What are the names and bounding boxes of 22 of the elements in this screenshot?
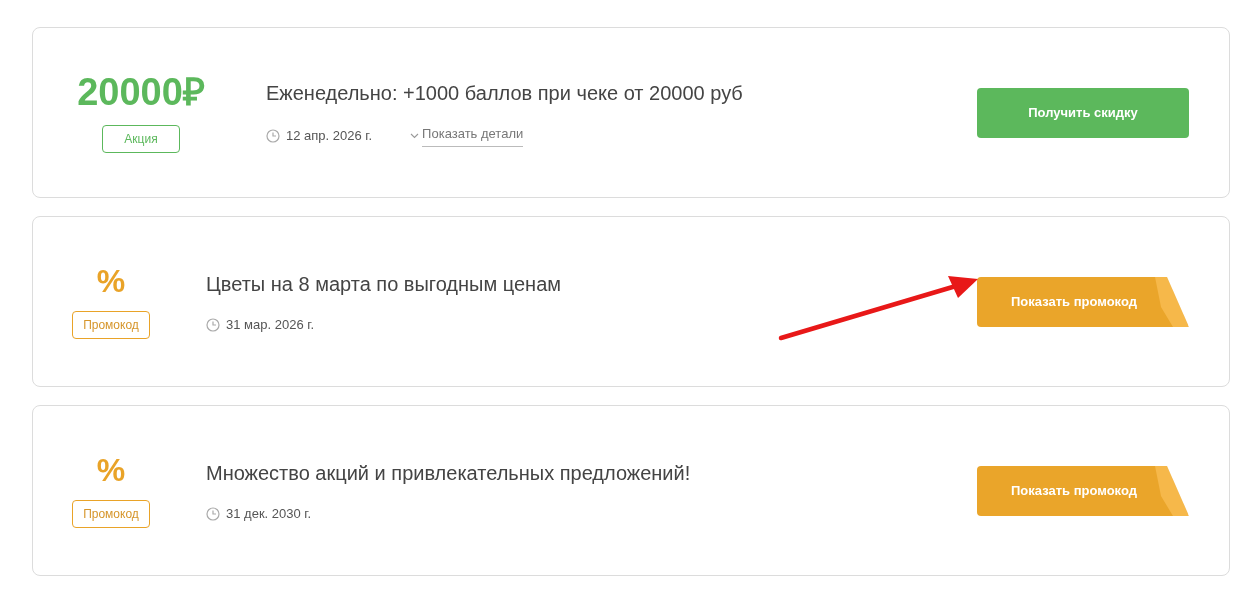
chevron-down-icon: [410, 132, 420, 139]
offer-tag: Промокод: [72, 499, 150, 528]
show-promo-code-button[interactable]: Показать промокод: [977, 465, 1189, 516]
offer-title: Еженедельно: +1000 баллов при чеке от 20000 руб: [266, 81, 744, 107]
expiry-date: 12 апр. 2026 г.: [286, 126, 373, 145]
get-discount-button[interactable]: Получить скидку: [977, 87, 1189, 138]
offer-title: Цветы на 8 марта по выгодным ценам: [206, 271, 563, 297]
offer-title: Множество акций и привлекательных предложений!: [206, 460, 692, 486]
show-details-link[interactable]: Показать детали: [422, 124, 524, 147]
expiry-date: 31 мар. 2026 г.: [226, 315, 314, 334]
folded-corner-icon: [1155, 276, 1189, 327]
expiry-date: 31 дек. 2030 г.: [226, 504, 312, 523]
show-promo-code-button[interactable]: Показать промокод: [977, 276, 1189, 327]
percent-sign: %: [96, 453, 126, 486]
clock-icon: [206, 506, 220, 521]
clock-icon: [266, 128, 280, 143]
offer-tag: Промокод: [72, 310, 150, 339]
percent-sign: %: [96, 264, 126, 297]
discount-amount: 20000₽: [77, 72, 205, 111]
offer-tag: Акция: [102, 124, 180, 153]
clock-icon: [206, 317, 220, 332]
folded-corner-icon: [1155, 465, 1189, 516]
